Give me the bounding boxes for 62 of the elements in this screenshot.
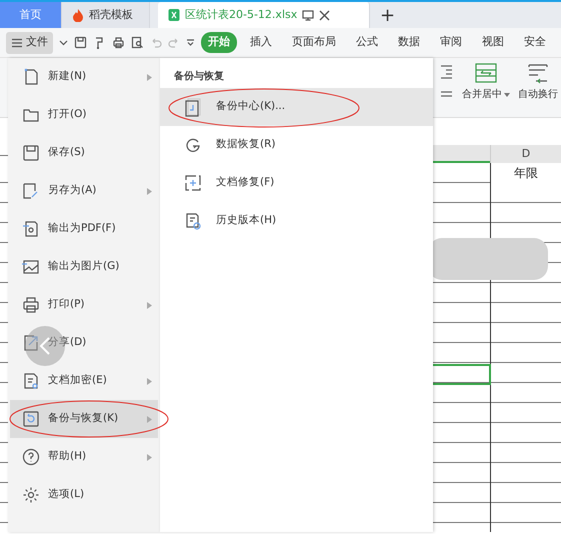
flame-icon [72, 8, 84, 22]
encrypt-icon [22, 372, 40, 390]
ribbon-tab[interactable]: 安全 [517, 32, 553, 53]
save-as-icon [22, 182, 40, 200]
monitor-icon[interactable] [302, 9, 314, 21]
submenu-item[interactable]: 文档修复(F) [160, 164, 433, 202]
submenu-arrow-icon [147, 188, 152, 194]
submenu-item[interactable]: 备份中心(K)... [160, 88, 433, 126]
gear-icon [22, 486, 40, 504]
menu-item[interactable]: 帮助(H) [10, 438, 158, 476]
menu-item[interactable]: 输出为图片(G) [10, 248, 158, 286]
print-icon[interactable] [112, 36, 125, 49]
image-export-icon [22, 258, 40, 276]
file-menu-button[interactable]: 文件 [6, 32, 53, 54]
menu-item[interactable]: 分享(D) [10, 324, 158, 362]
ribbon-tab[interactable]: 视图 [475, 32, 511, 53]
menu-item[interactable]: 备份与恢复(K) [10, 400, 158, 438]
submenu-arrow-icon [147, 378, 152, 384]
menu-icon [11, 38, 23, 48]
ribbon-tab[interactable]: 页面布局 [285, 32, 343, 53]
help-icon [22, 448, 40, 466]
menu-item[interactable]: 保存(S) [10, 134, 158, 172]
new-tab-button[interactable]: + [370, 2, 406, 28]
menu-item[interactable]: 打印(P) [10, 286, 158, 324]
ribbon-tab[interactable]: 公式 [349, 32, 385, 53]
spreadsheet-icon [168, 8, 180, 22]
menu-item[interactable]: 输出为PDF(F) [10, 210, 158, 248]
wrap-text-icon [526, 62, 550, 84]
submenu-item[interactable]: 历史版本(H) [160, 202, 433, 240]
menu-item[interactable]: 新建(N) [10, 58, 158, 96]
submenu-title: 备份与恢复 [173, 70, 225, 84]
print-icon [22, 296, 40, 314]
menu-item[interactable]: 打开(O) [10, 96, 158, 134]
ribbon-tab[interactable]: 审阅 [433, 32, 469, 53]
ribbon-button[interactable]: 自动换行 [518, 62, 558, 102]
more-caret-icon[interactable] [186, 38, 195, 47]
pdf-export-icon [22, 220, 40, 238]
repair-icon [184, 174, 202, 192]
ribbon-tab[interactable]: 数据 [391, 32, 427, 53]
menu-item[interactable]: 选项(L) [10, 476, 158, 514]
menu-item[interactable]: 文档加密(E) [10, 362, 158, 400]
submenu-arrow-icon [147, 302, 152, 308]
new-file-icon [22, 68, 40, 86]
submenu-arrow-icon [147, 74, 152, 80]
backup-restore-icon [22, 410, 40, 428]
menu-item[interactable]: 另存为(A) [10, 172, 158, 210]
close-icon[interactable] [319, 10, 330, 20]
table-cell: 年限 [491, 164, 561, 183]
ribbon-tab[interactable]: 插入 [243, 32, 279, 53]
history-icon [184, 212, 202, 230]
ribbon-button[interactable]: 合并居中 [462, 62, 510, 102]
share-icon [22, 334, 40, 352]
window-tab[interactable]: 稻壳模板 [62, 2, 150, 28]
save-icon[interactable] [74, 36, 87, 49]
submenu-arrow-icon [147, 454, 152, 460]
caret-icon[interactable] [59, 38, 68, 47]
print-preview-icon[interactable] [131, 36, 144, 49]
submenu-item[interactable]: 数据恢复(R) [160, 126, 433, 164]
submenu-arrow-icon [147, 416, 152, 422]
save-icon [22, 144, 40, 162]
merge-cells-icon [474, 62, 498, 84]
backup-center-icon [184, 98, 202, 116]
